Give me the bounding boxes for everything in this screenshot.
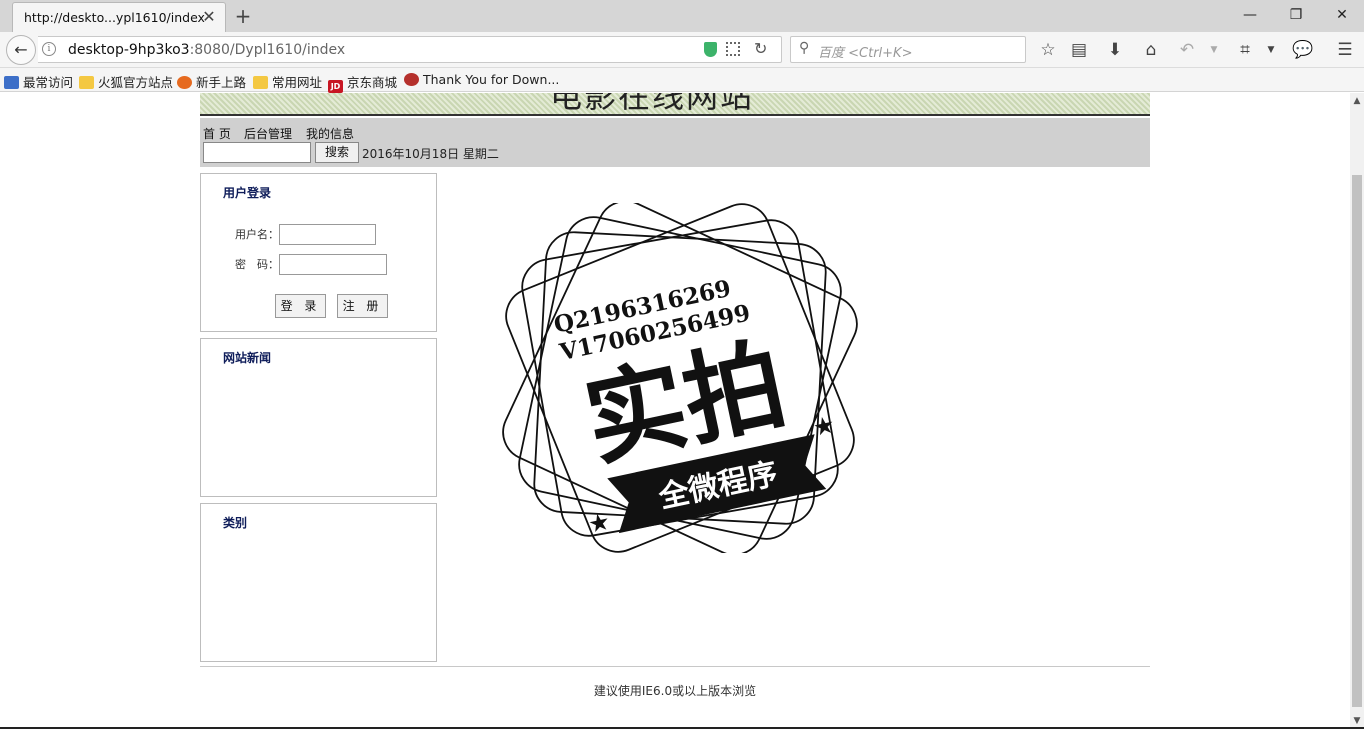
bookmarks-bar: 最常访问 火狐官方站点 新手上路 常用网址 JD 京东商城 Thank You f… (0, 68, 1364, 93)
browser-tab[interactable]: http://deskto...ypl1610/index ✕ (12, 2, 226, 32)
site-search-input[interactable] (203, 142, 311, 163)
shield-icon[interactable] (704, 42, 717, 57)
footer-note: 建议使用IE6.0或以上版本浏览 (593, 684, 757, 698)
menu-home-link[interactable]: 首 页 (203, 125, 231, 142)
star-icon: ★ (586, 507, 613, 539)
search-icon: ⚲ (799, 40, 810, 56)
minimize-icon[interactable]: — (1237, 4, 1263, 26)
url-host: desktop-9hp3ko3 (68, 42, 190, 58)
star-icon: ★ (810, 410, 837, 442)
news-title: 网站新闻 (223, 351, 272, 365)
current-date: 2016年10月18日 星期二 (362, 147, 499, 161)
restore-icon[interactable]: ❐ (1283, 4, 1309, 26)
register-button[interactable]: 注 册 (337, 294, 388, 318)
bookmark-most-visited[interactable]: 最常访问 (4, 72, 73, 91)
password-label: 密 码： (235, 258, 279, 271)
username-label: 用户名： (235, 228, 279, 241)
bookmark-label: 京东商城 (347, 75, 398, 90)
search-placeholder: 百度 <Ctrl+K> (818, 46, 913, 61)
bookmark-label: Thank You for Down... (423, 72, 560, 87)
url-text[interactable]: desktop-9hp3ko3:8080/Dypl1610/index (68, 42, 345, 58)
menu-my-info-link[interactable]: 我的信息 (306, 125, 354, 142)
login-panel: 用户登录 用户名： 密 码： 登 录 注 册 (200, 173, 437, 332)
folder-icon (79, 76, 94, 89)
navigation-toolbar: ← i desktop-9hp3ko3:8080/Dypl1610/index … (0, 32, 1364, 68)
most-visited-icon (4, 76, 19, 89)
scroll-thumb[interactable] (1352, 175, 1362, 707)
scroll-up-icon[interactable]: ▲ (1350, 93, 1364, 109)
reload-icon[interactable]: ↻ (754, 39, 767, 58)
bookmark-label: 火狐官方站点 (98, 75, 174, 90)
bookmark-label: 新手上路 (196, 75, 247, 90)
bookmark-label: 最常访问 (23, 75, 74, 90)
bookmark-common-urls[interactable]: 常用网址 (253, 72, 322, 91)
chevron-down-icon[interactable]: ▼ (1260, 39, 1282, 61)
crop-icon[interactable]: ⌗ (1234, 39, 1256, 61)
reading-list-icon[interactable]: ▤ (1068, 39, 1090, 61)
page-viewport: 电影在线网站 首 页 后台管理 我的信息 搜索 2016年10月18日 星期二 … (0, 93, 1350, 729)
chevron-down-icon[interactable]: ▼ (1203, 39, 1225, 61)
bookmark-label: 常用网址 (272, 75, 323, 90)
news-panel: 网站新闻 (200, 338, 437, 497)
category-panel: 类别 (200, 503, 437, 662)
download-icon[interactable]: ⬇ (1104, 39, 1126, 61)
back-arrow-icon[interactable]: ← (6, 35, 36, 65)
qr-code-icon[interactable] (726, 42, 740, 56)
site-title: 电影在线网站 (550, 93, 755, 115)
bookmark-jd[interactable]: JD 京东商城 (328, 72, 397, 93)
menu-hamburger-icon[interactable]: ☰ (1334, 39, 1356, 61)
menu-admin-link[interactable]: 后台管理 (244, 125, 292, 142)
category-title: 类别 (223, 516, 248, 530)
undo-icon[interactable]: ↶ (1176, 39, 1198, 61)
search-bar[interactable]: ⚲ 百度 <Ctrl+K> (790, 36, 1026, 63)
info-icon[interactable]: i (42, 42, 56, 56)
new-tab-icon[interactable]: + (232, 5, 254, 27)
jd-icon: JD (328, 80, 343, 93)
tab-bar: http://deskto...ypl1610/index ✕ + — ❐ ✕ (0, 0, 1364, 32)
close-tab-icon[interactable]: ✕ (201, 8, 217, 26)
home-icon[interactable]: ⌂ (1140, 39, 1162, 61)
site-menu-bar: 首 页 后台管理 我的信息 搜索 2016年10月18日 星期二 (200, 118, 1150, 167)
bookmark-star-icon[interactable]: ☆ (1037, 39, 1059, 61)
site-banner: 电影在线网站 (200, 93, 1150, 116)
login-title: 用户登录 (223, 186, 272, 200)
bookmark-firefox-site[interactable]: 火狐官方站点 (79, 72, 173, 91)
username-field[interactable] (279, 224, 376, 245)
chat-icon[interactable]: 💬 (1292, 39, 1314, 61)
vertical-scrollbar[interactable]: ▲ ▼ (1350, 93, 1364, 729)
bookmark-thank-you[interactable]: Thank You for Down... (404, 72, 559, 87)
password-field[interactable] (279, 254, 387, 275)
login-button[interactable]: 登 录 (275, 294, 326, 318)
bookmark-getting-started[interactable]: 新手上路 (177, 72, 246, 91)
url-bar[interactable]: i desktop-9hp3ko3:8080/Dypl1610/index ↻ (38, 36, 782, 63)
tab-title: http://deskto...ypl1610/index (24, 10, 205, 25)
globe-icon (404, 73, 419, 86)
window-close-icon[interactable]: ✕ (1329, 4, 1355, 26)
firefox-icon (177, 76, 192, 89)
footer-divider (200, 666, 1150, 667)
url-path: :8080/Dypl1610/index (189, 42, 346, 58)
folder-icon (253, 76, 268, 89)
site-search-button[interactable]: 搜索 (315, 142, 359, 163)
watermark-stamp-image: Q2196316269 V17060256499 实拍 全微程序 ★ ★ (502, 203, 858, 553)
